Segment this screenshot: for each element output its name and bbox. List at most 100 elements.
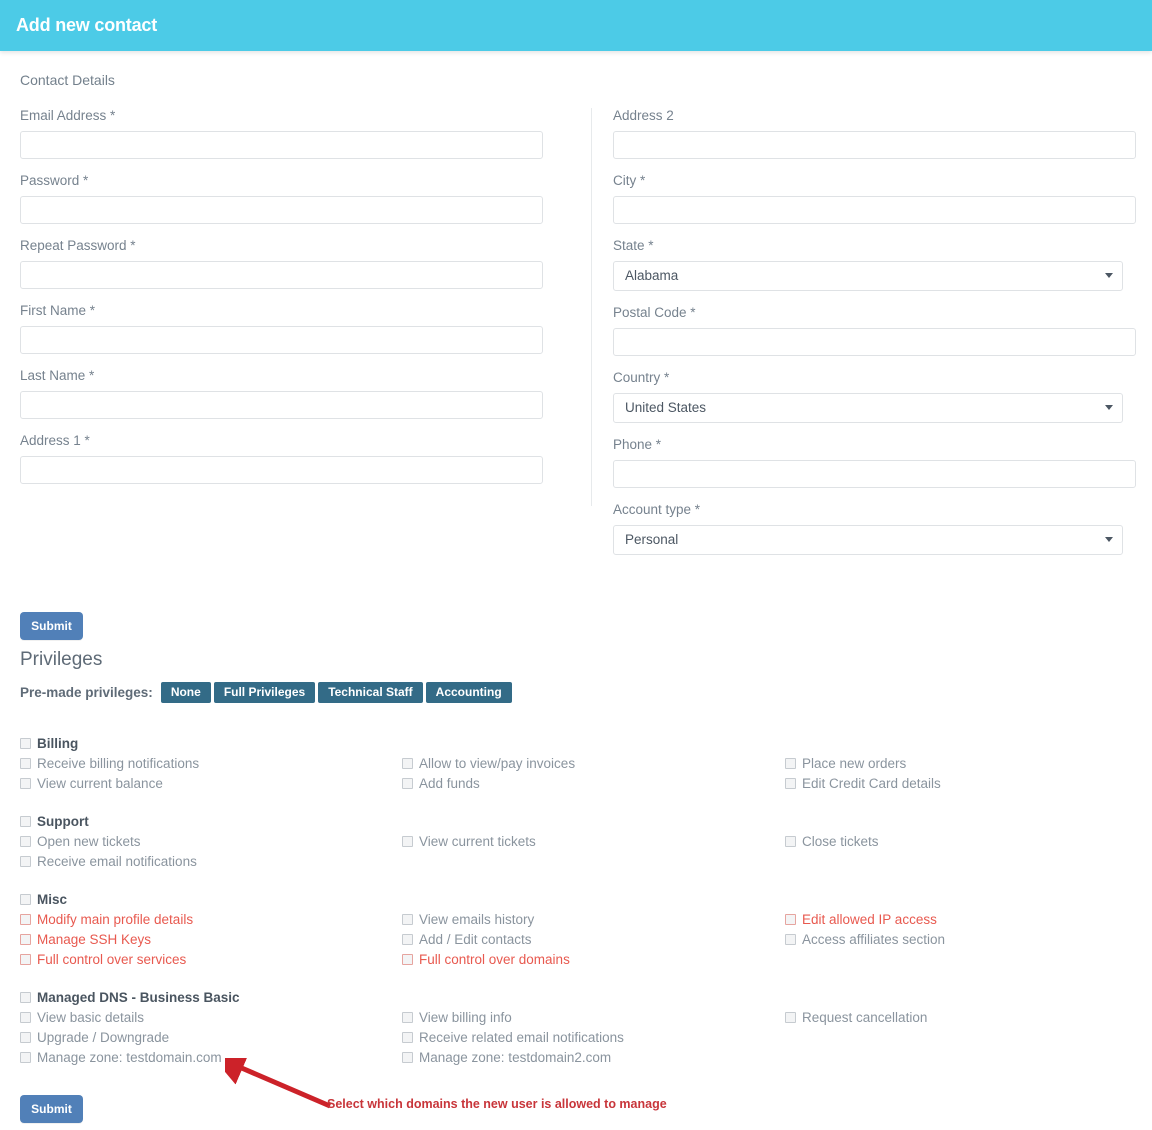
- postal-code-field[interactable]: [613, 328, 1136, 356]
- checkbox-icon[interactable]: [20, 1032, 31, 1043]
- privilege-group-label: Misc: [37, 892, 68, 907]
- checkbox-icon[interactable]: [402, 1012, 413, 1023]
- privilege-checkbox-row[interactable]: View basic details: [20, 1010, 222, 1030]
- checkbox-icon[interactable]: [20, 894, 31, 905]
- privilege-checkbox-row[interactable]: Receive email notifications: [20, 854, 197, 874]
- privilege-checkbox-row[interactable]: Full control over services: [20, 952, 193, 972]
- premade-privilege-button-technical-staff[interactable]: Technical Staff: [318, 682, 423, 703]
- privilege-group-label: Billing: [37, 736, 79, 751]
- last-name-field[interactable]: [20, 391, 543, 419]
- privilege-group-misc: Misc Modify main profile details Manage SS…: [0, 892, 1152, 972]
- city-field[interactable]: [613, 196, 1136, 224]
- privilege-checkbox-row[interactable]: Manage zone: testdomain.com: [20, 1050, 222, 1070]
- checkbox-icon[interactable]: [402, 758, 413, 769]
- privilege-group-header-managed-dns[interactable]: Managed DNS - Business Basic: [20, 990, 1152, 1010]
- phone-field[interactable]: [613, 460, 1136, 488]
- address2-field[interactable]: [613, 131, 1136, 159]
- checkbox-icon[interactable]: [402, 914, 413, 925]
- checkbox-icon[interactable]: [402, 1052, 413, 1063]
- checkbox-icon[interactable]: [785, 1012, 796, 1023]
- privilege-group-billing: Billing Receive billing notifications View…: [0, 736, 1152, 796]
- privilege-checkbox-row[interactable]: View current balance: [20, 776, 199, 796]
- checkbox-icon[interactable]: [785, 934, 796, 945]
- form-field-address2-field: Address 2: [613, 108, 1138, 159]
- privilege-checkbox-row[interactable]: Request cancellation: [785, 1010, 927, 1030]
- checkbox-icon[interactable]: [402, 954, 413, 965]
- premade-privilege-button-accounting[interactable]: Accounting: [425, 682, 512, 703]
- privilege-column-col2: View current tickets: [402, 834, 536, 854]
- privilege-label: Manage SSH Keys: [37, 932, 152, 947]
- form-field-password-field: Password *: [20, 173, 545, 224]
- checkbox-icon[interactable]: [402, 836, 413, 847]
- first-name-field[interactable]: [20, 326, 543, 354]
- premade-privilege-button-none[interactable]: None: [160, 682, 211, 703]
- privilege-checkbox-row[interactable]: Access affiliates section: [785, 932, 945, 952]
- checkbox-icon[interactable]: [20, 954, 31, 965]
- account-type-select[interactable]: Personal: [613, 525, 1123, 555]
- password-field[interactable]: [20, 196, 543, 224]
- checkbox-icon[interactable]: [20, 816, 31, 827]
- checkbox-icon[interactable]: [20, 914, 31, 925]
- submit-privileges-button[interactable]: Submit: [20, 1095, 83, 1123]
- privilege-checkbox-row[interactable]: Add funds: [402, 776, 575, 796]
- checkbox-icon[interactable]: [785, 778, 796, 789]
- privilege-label: Place new orders: [802, 756, 907, 771]
- privilege-checkbox-row[interactable]: Edit Credit Card details: [785, 776, 941, 796]
- country-select[interactable]: United States: [613, 393, 1123, 423]
- repeat-password-field-label: Repeat Password *: [20, 238, 136, 253]
- repeat-password-field[interactable]: [20, 261, 543, 289]
- privilege-checkbox-row[interactable]: Receive billing notifications: [20, 756, 199, 776]
- privilege-checkbox-row[interactable]: Receive related email notifications: [402, 1030, 624, 1050]
- privilege-checkbox-row[interactable]: View billing info: [402, 1010, 624, 1030]
- email-field[interactable]: [20, 131, 543, 159]
- checkbox-icon[interactable]: [20, 738, 31, 749]
- privilege-group-header-misc[interactable]: Misc: [20, 892, 1152, 912]
- privilege-label: View basic details: [37, 1010, 145, 1025]
- checkbox-icon[interactable]: [20, 856, 31, 867]
- first-name-field-label: First Name *: [20, 303, 96, 318]
- checkbox-icon[interactable]: [20, 1052, 31, 1063]
- checkbox-icon[interactable]: [785, 836, 796, 847]
- privilege-checkbox-row[interactable]: Manage SSH Keys: [20, 932, 193, 952]
- privilege-checkbox-row[interactable]: View current tickets: [402, 834, 536, 854]
- premade-privilege-button-full-privileges[interactable]: Full Privileges: [213, 682, 316, 703]
- privileges-groups: Billing Receive billing notifications View…: [0, 736, 1152, 1088]
- checkbox-icon[interactable]: [785, 914, 796, 925]
- privilege-label: Receive email notifications: [37, 854, 197, 869]
- privilege-column-col1: Modify main profile details Manage SSH Ke…: [20, 912, 193, 972]
- checkbox-icon[interactable]: [20, 758, 31, 769]
- privilege-column-col2: Allow to view/pay invoices Add funds: [402, 756, 575, 796]
- privilege-checkbox-row[interactable]: Modify main profile details: [20, 912, 193, 932]
- chevron-down-icon: [1105, 273, 1113, 278]
- checkbox-icon[interactable]: [20, 778, 31, 789]
- privilege-group-body-billing: Receive billing notifications View curren…: [0, 756, 1152, 796]
- state-select[interactable]: Alabama: [613, 261, 1123, 291]
- state-select-label: State *: [613, 238, 654, 253]
- privilege-checkbox-row[interactable]: Open new tickets: [20, 834, 197, 854]
- privilege-checkbox-row[interactable]: Upgrade / Downgrade: [20, 1030, 222, 1050]
- checkbox-icon[interactable]: [20, 1012, 31, 1023]
- email-field-label: Email Address *: [20, 108, 116, 123]
- form-field-address1-field: Address 1 *: [20, 433, 545, 484]
- privilege-checkbox-row[interactable]: Close tickets: [785, 834, 879, 854]
- privilege-checkbox-row[interactable]: Edit allowed IP access: [785, 912, 945, 932]
- privilege-checkbox-row[interactable]: Manage zone: testdomain2.com: [402, 1050, 624, 1070]
- privilege-checkbox-row[interactable]: Place new orders: [785, 756, 941, 776]
- checkbox-icon[interactable]: [402, 934, 413, 945]
- privilege-checkbox-row[interactable]: View emails history: [402, 912, 570, 932]
- checkbox-icon[interactable]: [20, 992, 31, 1003]
- checkbox-icon[interactable]: [785, 758, 796, 769]
- checkbox-icon[interactable]: [20, 836, 31, 847]
- address1-field[interactable]: [20, 456, 543, 484]
- submit-contact-button[interactable]: Submit: [20, 612, 83, 640]
- address2-field-label: Address 2: [613, 108, 674, 123]
- privilege-checkbox-row[interactable]: Allow to view/pay invoices: [402, 756, 575, 776]
- privilege-group-header-support[interactable]: Support: [20, 814, 1152, 834]
- privilege-group-header-billing[interactable]: Billing: [20, 736, 1152, 756]
- privilege-checkbox-row[interactable]: Add / Edit contacts: [402, 932, 570, 952]
- checkbox-icon[interactable]: [402, 1032, 413, 1043]
- column-divider: [591, 108, 592, 506]
- checkbox-icon[interactable]: [402, 778, 413, 789]
- privilege-checkbox-row[interactable]: Full control over domains: [402, 952, 570, 972]
- checkbox-icon[interactable]: [20, 934, 31, 945]
